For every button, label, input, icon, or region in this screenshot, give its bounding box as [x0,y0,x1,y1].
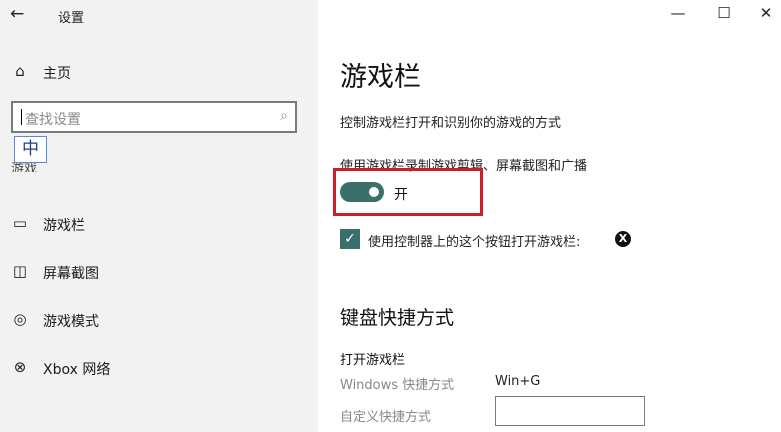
sidebar-item-label: 游戏栏 [43,218,85,234]
screenshot-icon: ◫ [12,262,28,280]
sidebar-item-label: 屏幕截图 [43,266,99,282]
checkbox-label: 使用控制器上的这个按钮打开游戏栏: [368,235,581,250]
back-arrow-icon[interactable]: ← [10,4,24,24]
home-icon: ⌂ [15,62,25,80]
highlight-box [333,168,483,216]
sidebar-item-label: 游戏模式 [43,314,99,330]
search-input[interactable]: 查找设置 ⌕ [11,101,297,133]
xbox-logo-icon: X [615,231,631,247]
search-placeholder: 查找设置 [25,112,81,128]
keyboard-shortcuts-heading: 键盘快捷方式 [340,307,455,329]
maximize-icon[interactable]: ☐ [709,4,739,22]
open-game-bar-label: 打开游戏栏 [340,353,406,368]
ime-indicator: 中 [14,136,47,163]
controller-button-checkbox[interactable]: ✓ [340,229,360,249]
windows-shortcut-label: Windows 快捷方式 [340,378,455,393]
game-bar-icon: ▭ [12,214,28,232]
window-title: 设置 [58,11,85,26]
windows-shortcut-value: Win+G [495,374,541,389]
custom-shortcut-label: 自定义快捷方式 [340,410,432,425]
minimize-icon[interactable]: — [663,4,693,22]
xbox-icon: ⊗ [13,358,27,376]
page-title: 游戏栏 [340,62,421,93]
custom-shortcut-input[interactable] [495,396,645,426]
page-description: 控制游戏栏打开和识别你的游戏的方式 [340,116,562,131]
text-caret [21,109,22,125]
sidebar-item-label: 主页 [43,66,71,82]
search-icon[interactable]: ⌕ [280,108,288,124]
game-mode-icon: ◎ [13,310,27,328]
sidebar-item-label: Xbox 网络 [43,362,111,378]
sidebar: ← 设置 ⌂ 主页 查找设置 ⌕ 游戏 中 ▭ 游戏栏 ◫ 屏幕截图 ◎ 游戏模… [0,0,318,432]
close-icon[interactable]: ✕ [751,4,781,22]
